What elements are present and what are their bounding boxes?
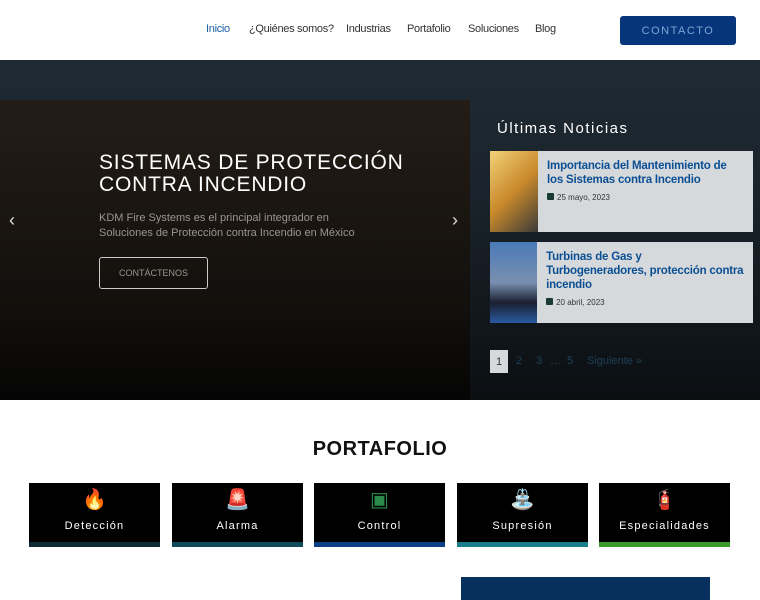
calendar-icon (546, 298, 554, 305)
portfolio-label: Supresión (492, 520, 553, 532)
next-page-link[interactable]: Siguiente » (587, 355, 642, 367)
news-card[interactable]: Importancia del Mantenimiento de los Sis… (490, 151, 753, 232)
portfolio-label: Especialidades (619, 520, 710, 532)
hero-subtitle: KDM Fire Systems es el principal integra… (99, 212, 355, 239)
news-date: 25 mayo, 2023 (557, 193, 610, 202)
nav-industrias[interactable]: Industrias (346, 23, 391, 35)
blue-panel (461, 577, 710, 600)
news-card-title[interactable]: Importancia del Mantenimiento de los Sis… (547, 159, 744, 187)
portfolio-especialidades[interactable]: 🧯 Especialidades (599, 483, 730, 547)
portfolio-label: Detección (64, 520, 125, 532)
portfolio-label: Alarma (216, 520, 259, 532)
flame-icon: 🔥 (82, 489, 107, 511)
news-title: Últimas Noticias (497, 120, 629, 137)
portfolio-label: Control (357, 520, 402, 532)
sprinkler-icon: ⛲ (510, 489, 535, 511)
hero-slide-image (0, 100, 470, 400)
news-card-title[interactable]: Turbinas de Gas y Turbogeneradores, prot… (546, 250, 744, 292)
nav-inicio[interactable]: Inicio (206, 23, 230, 35)
header: Inicio ¿Quiénes somos? Industrias Portaf… (0, 0, 760, 60)
page-1[interactable]: 1 (490, 350, 508, 373)
portfolio-control[interactable]: ▣ Control (314, 483, 445, 547)
nav-quienes-somos[interactable]: ¿Quiénes somos? (249, 23, 334, 35)
portfolio-deteccion[interactable]: 🔥 Detección (29, 483, 160, 547)
calendar-icon (547, 193, 555, 200)
news-card[interactable]: Turbinas de Gas y Turbogeneradores, prot… (490, 242, 753, 323)
page-2[interactable]: 2 (516, 355, 522, 367)
control-panel-icon: ▣ (370, 489, 389, 511)
slider-next-icon[interactable]: › (452, 210, 458, 231)
slider-prev-icon[interactable]: ‹ (9, 210, 15, 231)
news-image (490, 242, 538, 323)
contacto-button[interactable]: CONTACTO (620, 16, 736, 45)
nav-soluciones[interactable]: Soluciones (468, 23, 519, 35)
page-5[interactable]: 5 (567, 355, 573, 367)
contactenos-button[interactable]: CONTÁCTENOS (99, 257, 208, 289)
extinguisher-icon: 🧯 (652, 489, 677, 511)
hero-title: SISTEMAS DE PROTECCIÓN CONTRA INCENDIO (99, 151, 404, 196)
portfolio-supresion[interactable]: ⛲ Supresión (457, 483, 588, 547)
news-image (490, 151, 539, 232)
nav-blog[interactable]: Blog (535, 23, 556, 35)
news-date: 20 abril, 2023 (556, 298, 605, 307)
siren-icon: 🚨 (225, 489, 250, 511)
nav-portafolio[interactable]: Portafolio (407, 23, 451, 35)
portfolio-title: PORTAFOLIO (312, 438, 448, 460)
portfolio-alarma[interactable]: 🚨 Alarma (172, 483, 303, 547)
page-ellipsis: … (550, 355, 561, 367)
page-3[interactable]: 3 (536, 355, 542, 367)
